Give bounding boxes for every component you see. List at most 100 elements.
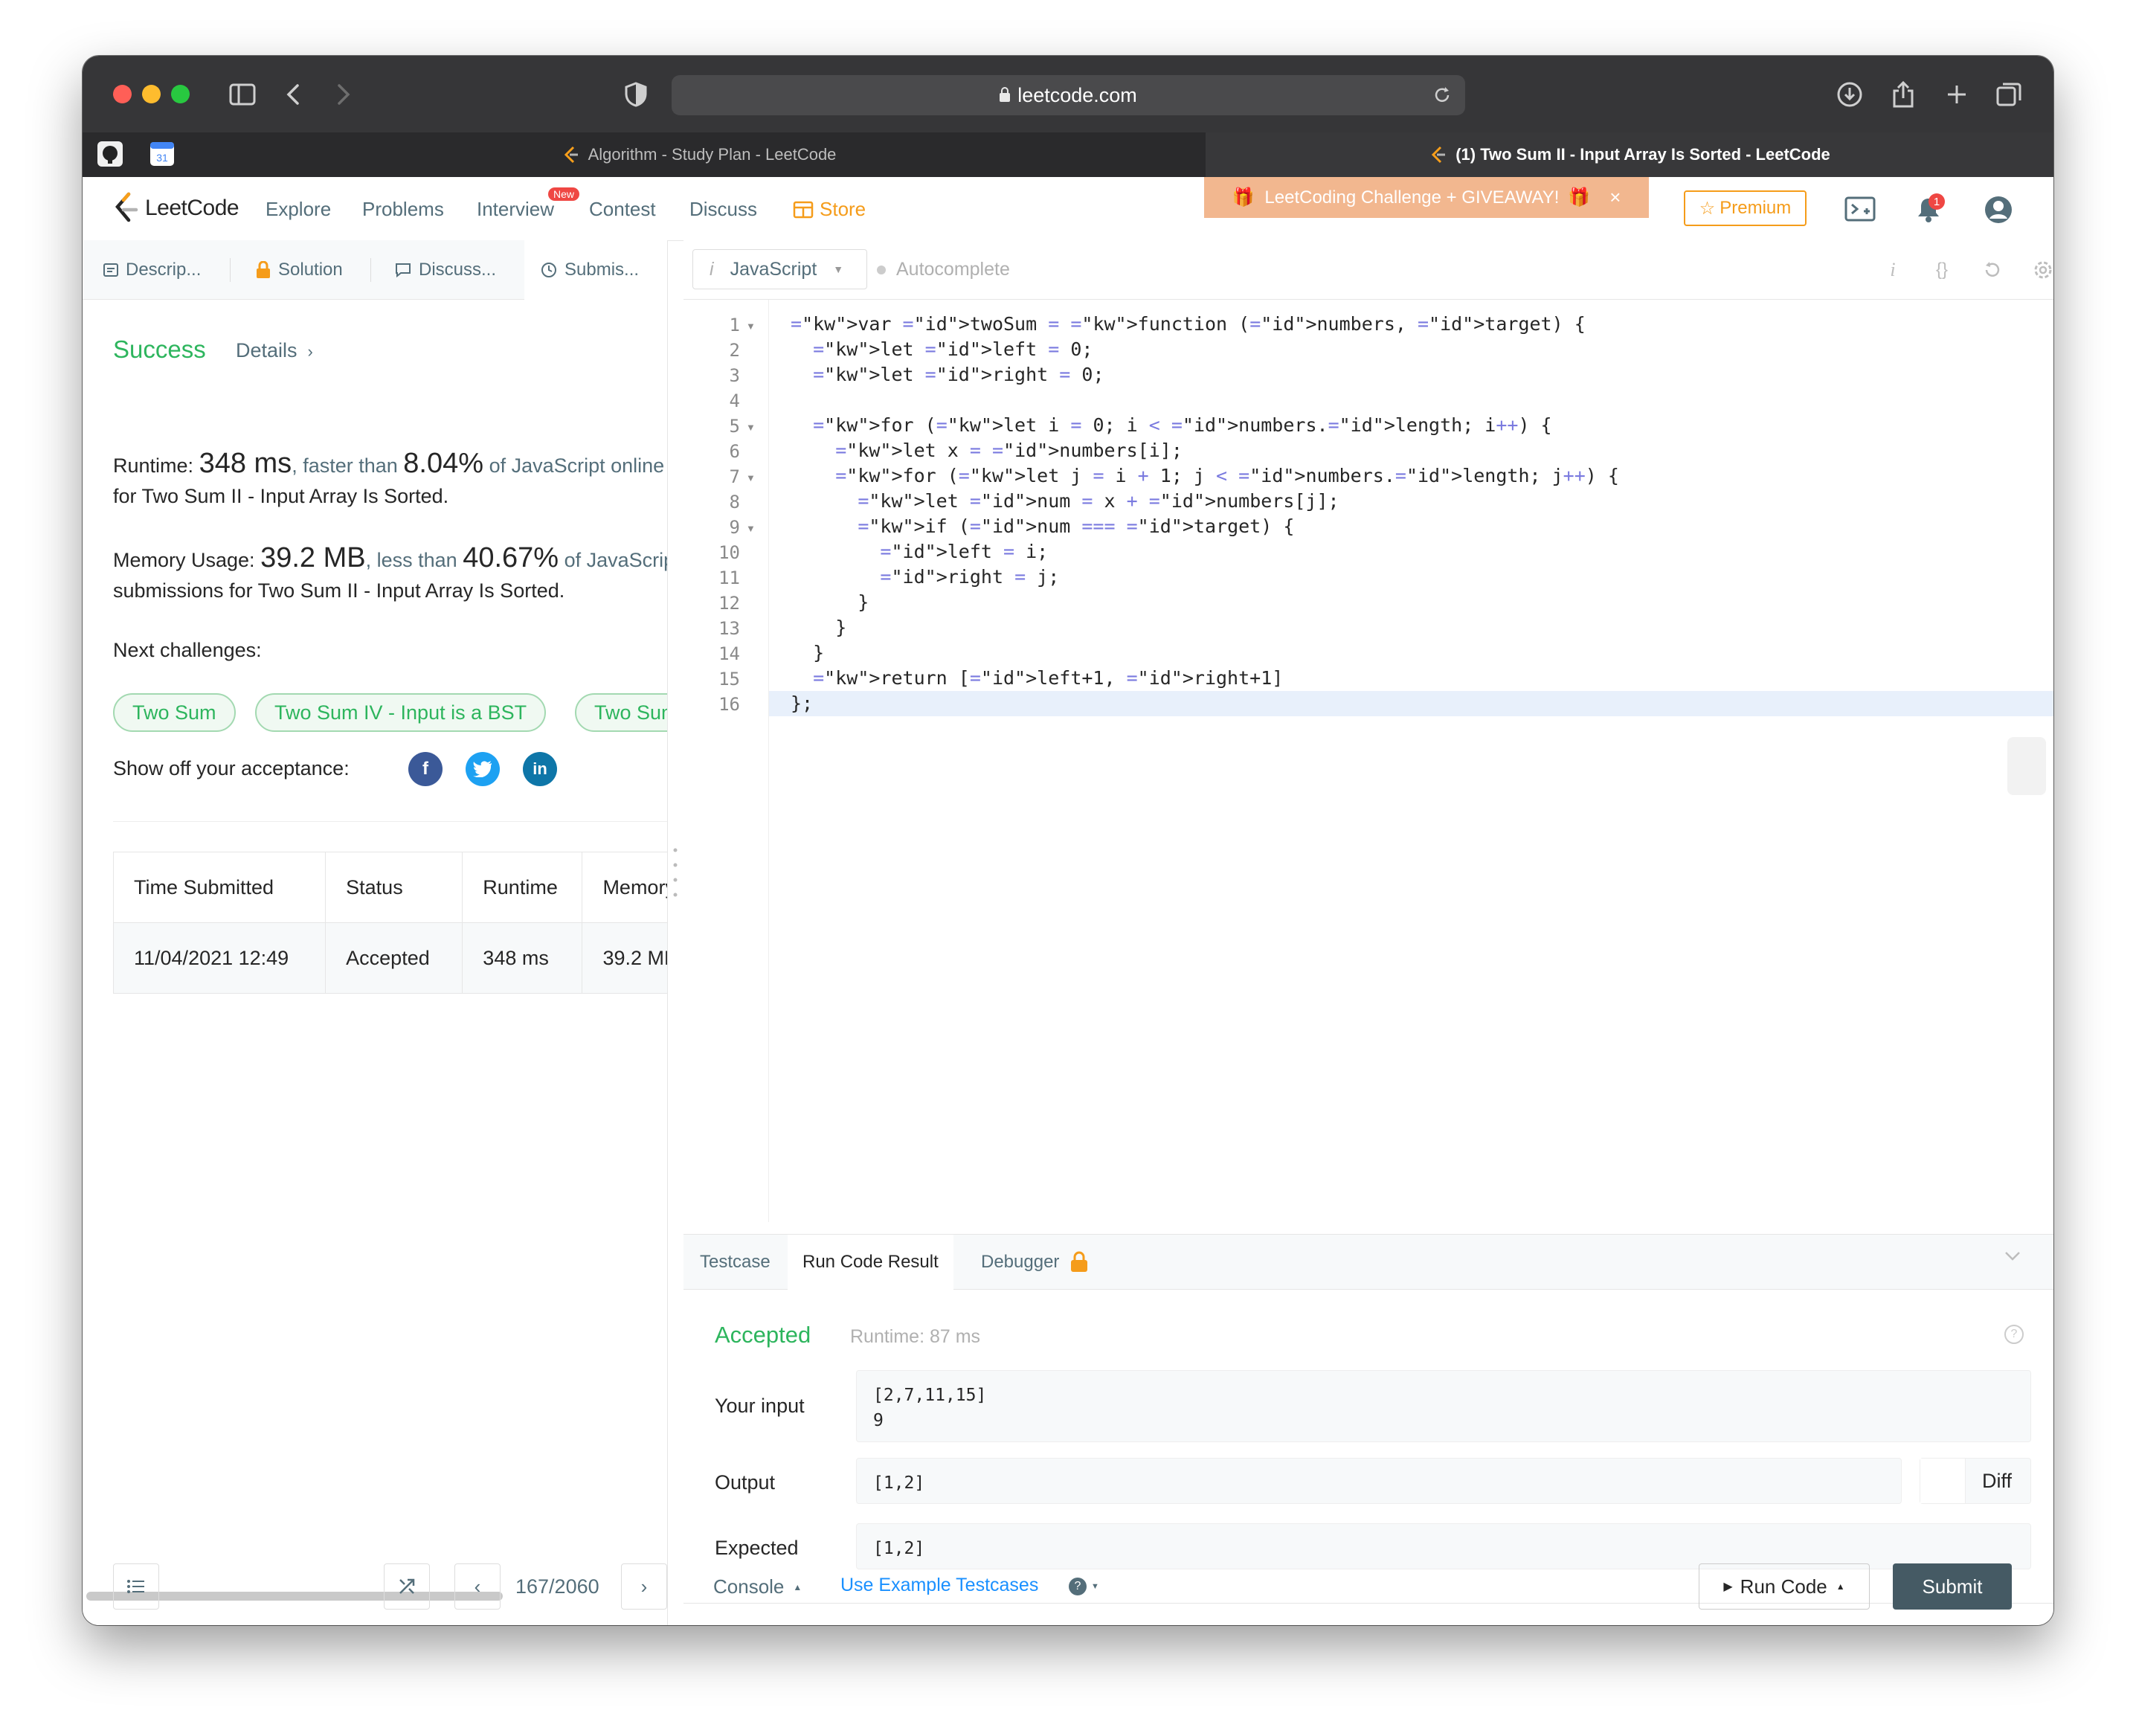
- line-number: 15: [718, 669, 740, 689]
- editor-panel: i JavaScript ▼ Autocomplete i {} 1 ▼ ="k…: [683, 240, 2053, 1625]
- code-line: ="id">right = j;: [880, 566, 1060, 588]
- autocomplete-toggle[interactable]: Autocomplete: [877, 259, 1010, 280]
- banner-close-icon[interactable]: ×: [1609, 186, 1621, 209]
- table-row[interactable]: 11/04/2021 12:49 Accepted 348 ms 39.2 MB: [112, 922, 667, 994]
- cell-status-link[interactable]: Accepted: [325, 922, 463, 994]
- expected-label: Expected: [715, 1537, 799, 1559]
- chevron-right-icon: ›: [307, 342, 313, 361]
- discuss-icon: [395, 263, 411, 277]
- fold-arrow-icon[interactable]: ▼: [746, 422, 756, 433]
- back-icon[interactable]: [275, 77, 311, 112]
- diff-toggle[interactable]: Diff: [1920, 1458, 2031, 1504]
- info-icon[interactable]: i: [1878, 255, 1908, 285]
- details-link[interactable]: Details ›: [236, 339, 313, 362]
- console-tabs: Testcase Run Code Result Debugger: [683, 1234, 2053, 1290]
- next-challenge-two-sum-iv[interactable]: Two Sum IV - Input is a BST: [255, 693, 547, 732]
- share-icon[interactable]: [1885, 77, 1921, 112]
- tab-run-code-result[interactable]: Run Code Result: [788, 1235, 953, 1290]
- tab-description[interactable]: Descrip...: [103, 240, 201, 299]
- user-avatar-icon[interactable]: [1981, 192, 2016, 228]
- address-bar[interactable]: leetcode.com: [672, 75, 1465, 115]
- runtime-mid: , faster than: [292, 454, 398, 477]
- settings-icon[interactable]: [2028, 255, 2053, 285]
- download-icon[interactable]: [1832, 77, 1868, 112]
- next-challenge-two-sum[interactable]: Two Sum: [113, 693, 236, 732]
- chevron-down-icon[interactable]: [2004, 1251, 2021, 1265]
- line-number: 16: [718, 694, 740, 715]
- leetcode-favicon: [564, 146, 578, 164]
- leetcode-logo[interactable]: LeetCode: [112, 189, 239, 228]
- braces-icon[interactable]: {}: [1927, 255, 1957, 285]
- shield-icon[interactable]: [618, 77, 654, 112]
- panel-resize-handle[interactable]: [672, 843, 678, 910]
- minimize-window-button[interactable]: [142, 85, 161, 103]
- giveaway-banner[interactable]: 🎁 LeetCoding Challenge + GIVEAWAY! 🎁 ×: [1204, 177, 1649, 218]
- linkedin-icon[interactable]: in: [523, 752, 557, 786]
- column-runtime[interactable]: Runtime: [462, 852, 583, 923]
- browser-toolbar: leetcode.com: [83, 56, 2053, 132]
- forward-icon[interactable]: [326, 77, 361, 112]
- github-icon[interactable]: [93, 137, 127, 171]
- playground-icon[interactable]: [1842, 192, 1878, 228]
- fold-arrow-icon[interactable]: ▼: [746, 321, 756, 332]
- nav-discuss[interactable]: Discuss: [689, 198, 757, 221]
- nav-explore[interactable]: Explore: [266, 198, 331, 221]
- language-select[interactable]: i JavaScript ▼: [692, 249, 867, 289]
- code-line: }: [791, 591, 869, 613]
- tab-solution[interactable]: Solution: [256, 240, 343, 299]
- tab-overview-icon[interactable]: [1991, 77, 2027, 112]
- calendar-icon[interactable]: 31: [145, 137, 179, 171]
- fold-arrow-icon[interactable]: ▼: [746, 472, 756, 483]
- browser-tab-study-plan[interactable]: Algorithm - Study Plan - LeetCode: [194, 132, 1203, 177]
- premium-button[interactable]: ☆ Premium: [1684, 190, 1807, 226]
- column-memory[interactable]: Memory: [582, 852, 667, 923]
- shuffle-button[interactable]: [384, 1563, 430, 1610]
- tab-submissions[interactable]: Submis...: [524, 240, 667, 300]
- sidebar-toggle-icon[interactable]: [225, 77, 260, 112]
- nav-problems[interactable]: Problems: [362, 198, 444, 221]
- use-example-testcases-link[interactable]: Use Example Testcases: [840, 1575, 1038, 1596]
- facebook-icon[interactable]: f: [408, 752, 443, 786]
- column-status[interactable]: Status: [325, 852, 463, 923]
- info-icon: i: [710, 258, 714, 280]
- next-challenge-two-sum-iii[interactable]: Two Sum: [575, 693, 667, 732]
- output-label: Output: [715, 1471, 776, 1494]
- tab-label: Submis...: [564, 260, 640, 280]
- nav-contest[interactable]: Contest: [589, 198, 656, 221]
- help-icon[interactable]: ?: [2004, 1325, 2024, 1344]
- runtime-summary-line2: for Two Sum II - Input Array Is Sorted.: [113, 485, 449, 507]
- lock-icon: [1000, 87, 1011, 102]
- notification-bell-icon[interactable]: 1: [1911, 192, 1946, 228]
- submit-button[interactable]: Submit: [1893, 1563, 2012, 1610]
- console-button[interactable]: Console ▲: [713, 1575, 802, 1598]
- line-number: 2: [729, 340, 740, 361]
- twitter-icon[interactable]: [466, 752, 500, 786]
- code-editor[interactable]: 1 ▼ ="kw">var ="id">twoSum = ="kw">functio…: [683, 300, 2053, 1222]
- problem-list-button[interactable]: [113, 1563, 159, 1610]
- tab-debugger-label: Debugger: [981, 1251, 1060, 1272]
- code-line: ="kw">var ="id">twoSum = ="kw">function …: [791, 313, 1586, 335]
- browser-tab-two-sum[interactable]: (1) Two Sum II - Input Array Is Sorted -…: [1206, 132, 2053, 177]
- editor-side-handle[interactable]: [2007, 737, 2046, 795]
- reload-icon[interactable]: [1432, 86, 1452, 110]
- close-window-button[interactable]: [113, 85, 132, 103]
- memory-summary: Memory Usage: 39.2 MB, less than 40.67% …: [113, 541, 667, 576]
- tab-debugger[interactable]: Debugger: [981, 1235, 1089, 1289]
- code-line: ="kw">let ="id">right = 0;: [813, 364, 1104, 385]
- code-line: ="kw">if (="id">num === ="id">target) {: [858, 515, 1295, 537]
- new-tab-icon[interactable]: [1939, 77, 1975, 112]
- previous-problem-button[interactable]: ‹: [454, 1563, 501, 1610]
- nav-interview[interactable]: Interview: [477, 198, 554, 221]
- runtime-tail: of JavaScript online submissions: [489, 454, 667, 477]
- run-code-button[interactable]: ▶ Run Code ▲: [1699, 1563, 1870, 1610]
- help-dropdown[interactable]: ? ▼: [1069, 1578, 1099, 1595]
- fold-arrow-icon[interactable]: ▼: [746, 523, 756, 534]
- tab-testcase[interactable]: Testcase: [700, 1235, 771, 1289]
- maximize-window-button[interactable]: [171, 85, 190, 103]
- reset-icon[interactable]: [1978, 255, 2007, 285]
- tab-discuss[interactable]: Discuss...: [395, 240, 496, 299]
- nav-store[interactable]: Store: [793, 198, 866, 221]
- next-problem-button[interactable]: ›: [621, 1563, 667, 1610]
- leetcode-navbar: LeetCode Explore Problems Interview New …: [83, 177, 2053, 241]
- column-time-submitted[interactable]: Time Submitted: [112, 852, 326, 923]
